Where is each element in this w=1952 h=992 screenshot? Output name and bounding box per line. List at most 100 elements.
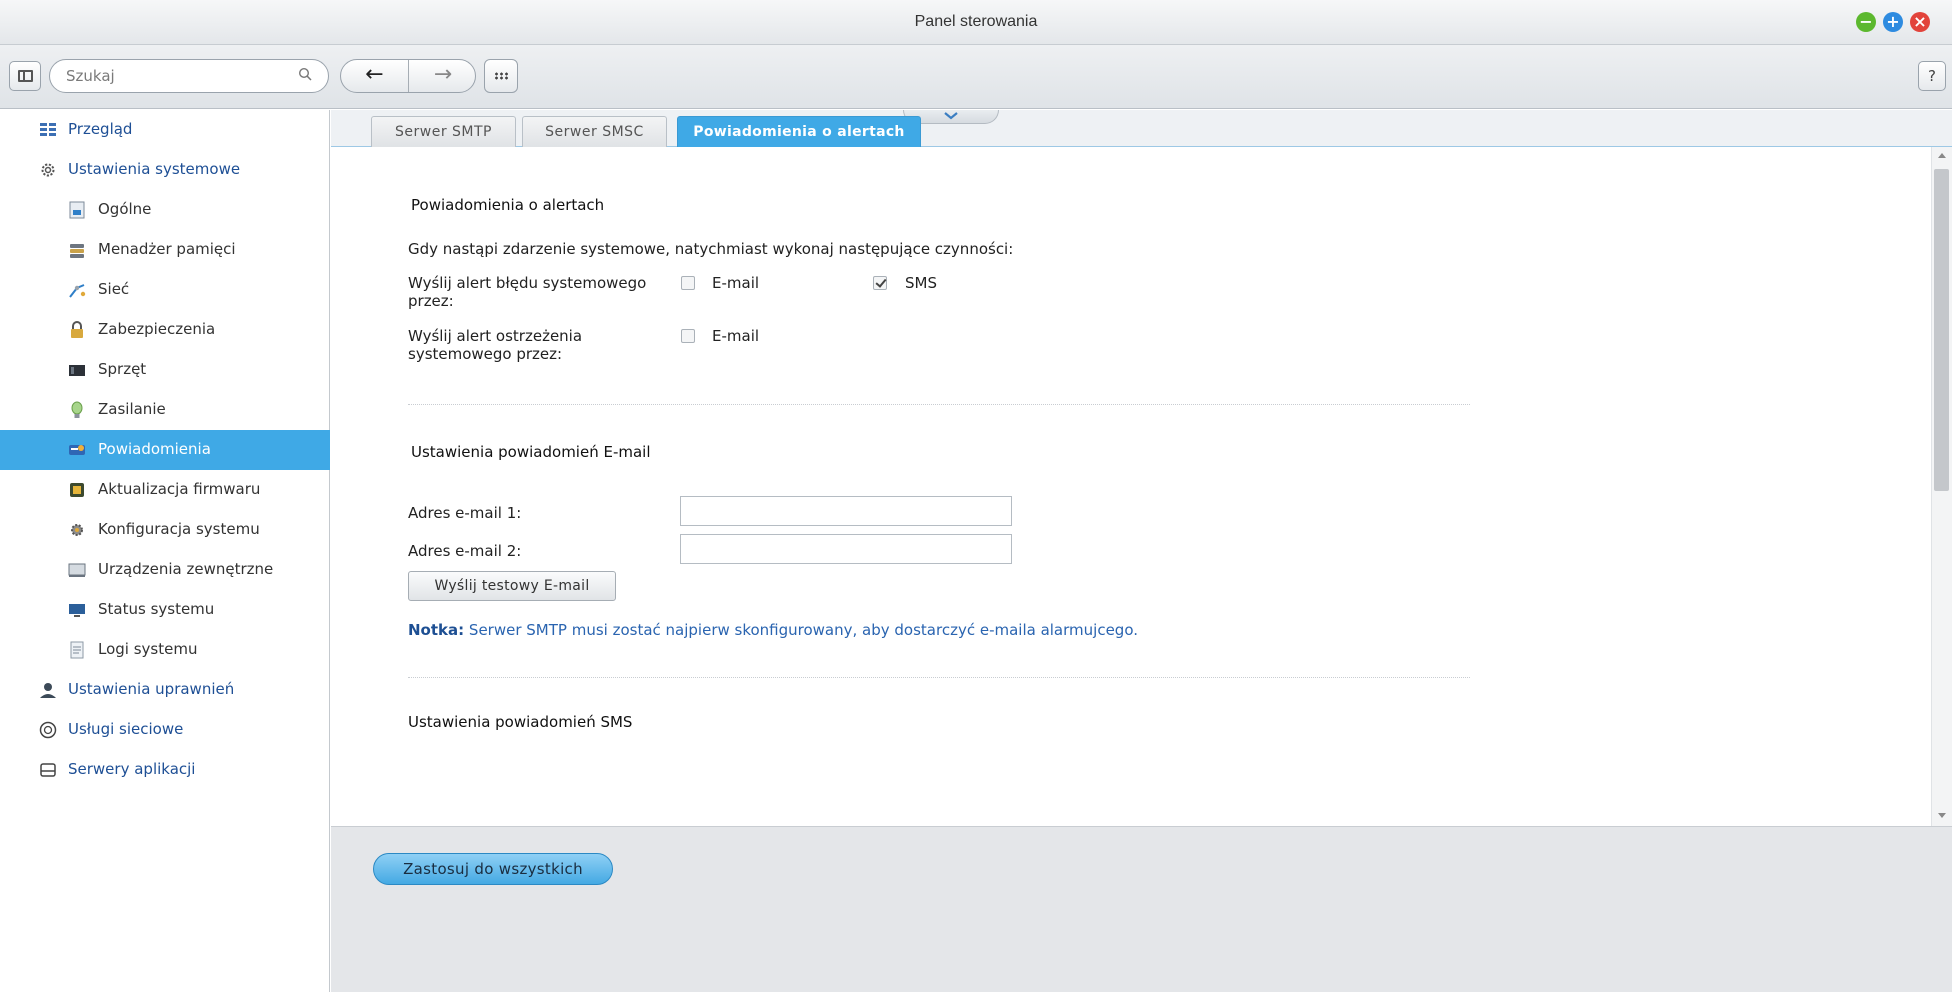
sidebar-item-label: Serwery aplikacji <box>68 760 196 778</box>
help-button[interactable]: ? <box>1918 61 1946 91</box>
sidebar-item-power[interactable]: Zasilanie <box>0 390 330 430</box>
error-email-checkbox[interactable] <box>681 276 695 290</box>
sidebar-item-label: Aktualizacja firmwaru <box>98 480 261 498</box>
sidebar-item-label: Status systemu <box>98 600 215 618</box>
control-panel-window: Panel sterowania − + × ← → ? Przegląd Ust… <box>0 0 1952 992</box>
sidebar-item-label: Sprzęt <box>98 360 147 378</box>
overview-icon <box>39 121 57 139</box>
back-button[interactable]: ← <box>341 60 409 92</box>
minimize-button[interactable]: − <box>1856 12 1876 32</box>
sidebar-item-label: Usługi sieciowe <box>68 720 184 738</box>
config-icon <box>68 521 86 539</box>
notification-icon <box>68 441 86 459</box>
search-input[interactable] <box>66 66 286 86</box>
sidebar-layout-icon <box>18 70 33 82</box>
email-address-1-label: Adres e-mail 1: <box>408 504 522 522</box>
monitor-icon <box>68 601 86 619</box>
email-settings-title: Ustawienia powiadomień E-mail <box>411 443 651 461</box>
apply-to-all-button[interactable]: Zastosuj do wszystkich <box>373 853 613 885</box>
sidebar-item-label: Menadżer pamięci <box>98 240 236 258</box>
warning-email-label: E-mail <box>712 327 760 345</box>
sidebar-item-label: Zasilanie <box>98 400 166 418</box>
sidebar-item-general[interactable]: Ogólne <box>0 190 330 230</box>
section-divider-2 <box>408 677 1470 678</box>
sidebar-item-app-server[interactable]: Serwery aplikacji <box>0 750 330 790</box>
sidebar-item-label: Konfiguracja systemu <box>98 520 260 538</box>
network-icon <box>68 281 86 299</box>
email-address-1-input[interactable] <box>680 496 1012 526</box>
tab-alert-notifications[interactable]: Powiadomienia o alertach <box>677 116 921 148</box>
sidebar-item-notification[interactable]: Powiadomienia <box>0 430 330 470</box>
app-server-icon <box>39 761 57 779</box>
sidebar-item-label: Zabezpieczenia <box>98 320 216 338</box>
apps-grid-button[interactable] <box>484 59 518 93</box>
sidebar: Przegląd Ustawienia systemowe Ogólne Menadż… <box>0 110 330 992</box>
sidebar-item-label: Sieć <box>98 280 130 298</box>
sidebar-item-config[interactable]: Konfiguracja systemu <box>0 510 330 550</box>
scroll-up-arrow-icon[interactable] <box>1938 153 1946 158</box>
chevron-down-icon <box>944 112 958 120</box>
navigation-group: ← → <box>340 59 476 93</box>
maximize-button[interactable]: + <box>1883 12 1903 32</box>
warning-alert-label: Wyślij alert ostrzeżenia <box>408 327 583 345</box>
firmware-icon <box>68 481 86 499</box>
sidebar-item-external-device[interactable]: Urządzenia zewnętrzne <box>0 550 330 590</box>
section-divider <box>408 404 1470 405</box>
sidebar-item-label: Powiadomienia <box>98 440 211 458</box>
search-box[interactable] <box>49 59 329 93</box>
settings-content: Powiadomienia o alertach Gdy nastąpi zda… <box>331 147 1931 826</box>
vertical-scrollbar[interactable] <box>1931 147 1952 826</box>
error-sms-label: SMS <box>905 274 937 292</box>
storage-icon <box>68 241 86 259</box>
warning-alert-label-cont: systemowego przez: <box>408 345 563 363</box>
sidebar-item-log[interactable]: Logi systemu <box>0 630 330 670</box>
sidebar-item-gear[interactable]: Ustawienia systemowe <box>0 150 330 190</box>
sidebar-item-firmware[interactable]: Aktualizacja firmwaru <box>0 470 330 510</box>
error-alert-label-cont: przez: <box>408 292 454 310</box>
email-address-2-input[interactable] <box>680 534 1012 564</box>
scroll-down-arrow-icon[interactable] <box>1938 813 1946 818</box>
tab-smsc-server[interactable]: Serwer SMSC <box>522 116 667 148</box>
alerts-description: Gdy nastąpi zdarzenie systemowe, natychm… <box>408 240 1014 258</box>
scroll-thumb[interactable] <box>1934 169 1949 491</box>
grid-icon <box>494 72 508 80</box>
forward-button[interactable]: → <box>409 60 477 92</box>
error-email-label: E-mail <box>712 274 760 292</box>
search-icon[interactable] <box>298 67 312 81</box>
sidebar-item-network-services[interactable]: Usługi sieciowe <box>0 710 330 750</box>
sidebar-item-monitor[interactable]: Status systemu <box>0 590 330 630</box>
sidebar-item-network[interactable]: Sieć <box>0 270 330 310</box>
email-address-2-label: Adres e-mail 2: <box>408 542 522 560</box>
close-button[interactable]: × <box>1910 12 1930 32</box>
general-icon <box>68 201 86 219</box>
title-bar[interactable]: Panel sterowania − + × <box>0 0 1952 45</box>
user-icon <box>39 681 57 699</box>
toolbar: ← → ? <box>0 45 1952 109</box>
send-test-email-button[interactable]: Wyślij testowy E-mail <box>408 571 616 601</box>
sidebar-item-label: Urządzenia zewnętrzne <box>98 560 274 578</box>
note-text: Serwer SMTP musi zostać najpierw skonfig… <box>468 621 1138 639</box>
error-sms-checkbox[interactable] <box>873 276 887 290</box>
sidebar-item-label: Ustawienia systemowe <box>68 160 241 178</box>
sidebar-toggle-button[interactable] <box>9 61 41 91</box>
sidebar-item-label: Ustawienia uprawnień <box>68 680 235 698</box>
lock-icon <box>68 321 86 339</box>
sidebar-item-overview[interactable]: Przegląd <box>0 110 330 150</box>
sidebar-item-label: Ogólne <box>98 200 152 218</box>
sidebar-item-label: Logi systemu <box>98 640 198 658</box>
main-panel: Serwer SMTP Serwer SMSC Powiadomienia o … <box>331 110 1952 992</box>
smtp-note: Notka: Serwer SMTP musi zostać najpierw … <box>408 621 1138 639</box>
footer-bar: Zastosuj do wszystkich <box>331 826 1952 992</box>
sidebar-item-user[interactable]: Ustawienia uprawnień <box>0 670 330 710</box>
sidebar-item-hardware[interactable]: Sprzęt <box>0 350 330 390</box>
window-title: Panel sterowania <box>914 13 1038 30</box>
warning-email-checkbox[interactable] <box>681 329 695 343</box>
note-prefix: Notka: <box>408 621 465 639</box>
sidebar-item-lock[interactable]: Zabezpieczenia <box>0 310 330 350</box>
error-alert-label: Wyślij alert błędu systemowego <box>408 274 647 292</box>
sms-settings-title: Ustawienia powiadomień SMS <box>408 713 633 731</box>
sidebar-item-storage[interactable]: Menadżer pamięci <box>0 230 330 270</box>
gear-icon <box>39 161 57 179</box>
tab-smtp-server[interactable]: Serwer SMTP <box>371 116 516 148</box>
log-icon <box>68 641 86 659</box>
